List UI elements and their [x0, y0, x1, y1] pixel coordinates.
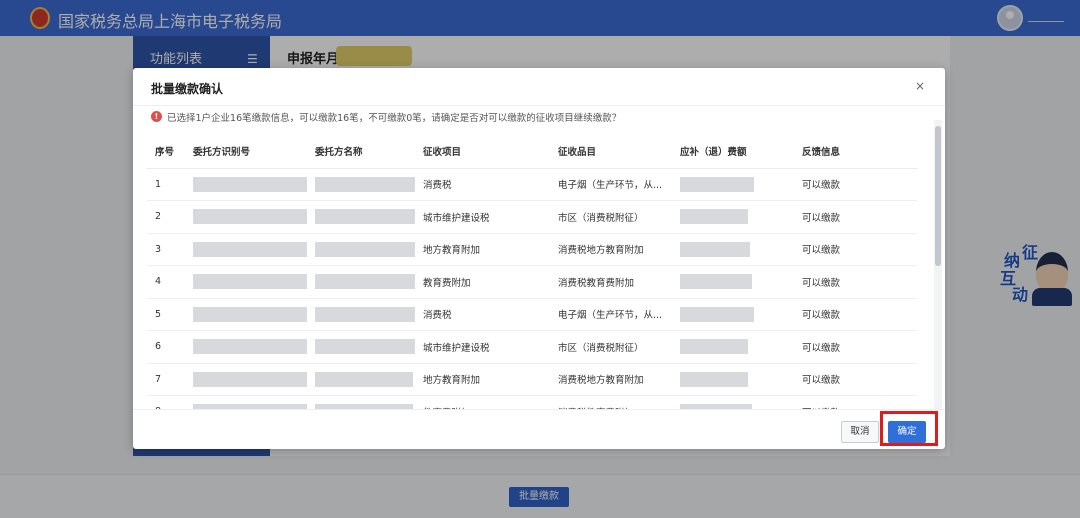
- tax-item: 市区（消费税附征）: [550, 330, 672, 364]
- client-id-redacted: [185, 168, 307, 201]
- tax-project: 教育费附加: [415, 265, 550, 299]
- dialog-header: 批量缴款确认 ×: [133, 68, 945, 106]
- close-icon[interactable]: ×: [915, 79, 925, 93]
- col-header-tax-project: 征收项目: [415, 134, 550, 169]
- tax-project: 城市维护建设税: [415, 200, 550, 234]
- client-id-redacted: [185, 298, 307, 331]
- feedback: 可以缴款: [794, 265, 917, 299]
- table-row[interactable]: 5 消费税 电子烟（生产环节，从... 可以缴款: [147, 298, 917, 331]
- row-no: 4: [147, 265, 185, 299]
- tax-item: 电子烟（生产环节，从...: [550, 168, 672, 201]
- client-id-redacted: [185, 363, 307, 396]
- tax-project: 地方教育附加: [415, 363, 550, 396]
- col-header-feedback: 反馈信息: [794, 134, 917, 169]
- feedback: 可以缴款: [794, 298, 917, 331]
- warning-icon: !: [151, 111, 162, 122]
- amount-redacted: [672, 395, 794, 409]
- amount-redacted: [672, 298, 794, 331]
- table-row[interactable]: 2 城市维护建设税 市区（消费税附征） 可以缴款: [147, 200, 917, 234]
- table-header-row: 序号 委托方识别号 委托方名称 征收项目 征收品目 应补（退）费额 反馈信息: [147, 134, 917, 169]
- row-no: 1: [147, 168, 185, 201]
- cancel-button[interactable]: 取消: [841, 421, 879, 443]
- feedback: 可以缴款: [794, 200, 917, 234]
- client-name-redacted: [307, 330, 415, 364]
- amount-redacted: [672, 233, 794, 266]
- amount-redacted: [672, 168, 794, 201]
- dialog-footer: 取消 确定: [133, 409, 945, 449]
- client-id-redacted: [185, 330, 307, 364]
- tax-project: 消费税: [415, 298, 550, 331]
- amount-redacted: [672, 200, 794, 234]
- client-id-redacted: [185, 200, 307, 234]
- payment-table: 序号 委托方识别号 委托方名称 征收项目 征收品目 应补（退）费额 反馈信息 1…: [147, 134, 927, 409]
- notice-text: 已选择1户企业16笔缴款信息，可以缴款16笔，不可缴款0笔，请确定是否对可以缴款…: [167, 113, 622, 124]
- amount-redacted: [672, 265, 794, 299]
- col-header-client-name: 委托方名称: [307, 134, 415, 169]
- col-header-tax-item: 征收品目: [550, 134, 672, 169]
- tax-project: 消费税: [415, 168, 550, 201]
- client-name-redacted: [307, 265, 415, 299]
- tax-item: 消费税教育费附加: [550, 395, 672, 409]
- feedback: 可以缴款: [794, 395, 917, 409]
- row-no: 2: [147, 200, 185, 234]
- table-row[interactable]: 6 城市维护建设税 市区（消费税附征） 可以缴款: [147, 330, 917, 364]
- col-header-client-id: 委托方识别号: [185, 134, 307, 169]
- feedback: 可以缴款: [794, 168, 917, 201]
- dialog-title: 批量缴款确认: [151, 82, 224, 96]
- table-scrollbar[interactable]: [934, 120, 942, 409]
- table-row[interactable]: 3 地方教育附加 消费税地方教育附加 可以缴款: [147, 233, 917, 266]
- tax-item: 消费税地方教育附加: [550, 233, 672, 266]
- table-row[interactable]: 1 消费税 电子烟（生产环节，从... 可以缴款: [147, 168, 917, 201]
- feedback: 可以缴款: [794, 330, 917, 364]
- amount-redacted: [672, 330, 794, 364]
- client-name-redacted: [307, 363, 415, 396]
- client-name-redacted: [307, 298, 415, 331]
- row-no: 8: [147, 395, 185, 409]
- tax-item: 市区（消费税附征）: [550, 200, 672, 234]
- tax-project: 城市维护建设税: [415, 330, 550, 364]
- tax-item: 消费税地方教育附加: [550, 363, 672, 396]
- confirm-highlight-box: [880, 411, 938, 446]
- tax-item: 消费税教育费附加: [550, 265, 672, 299]
- col-header-no: 序号: [147, 134, 185, 169]
- notice: ! 已选择1户企业16笔缴款信息，可以缴款16笔，不可缴款0笔，请确定是否对可以…: [151, 110, 911, 126]
- client-name-redacted: [307, 168, 415, 201]
- client-name-redacted: [307, 233, 415, 266]
- client-id-redacted: [185, 233, 307, 266]
- feedback: 可以缴款: [794, 363, 917, 396]
- client-id-redacted: [185, 265, 307, 299]
- row-no: 5: [147, 298, 185, 331]
- row-no: 7: [147, 363, 185, 396]
- table-row[interactable]: 4 教育费附加 消费税教育费附加 可以缴款: [147, 265, 917, 299]
- batch-pay-confirm-dialog: 批量缴款确认 × ! 已选择1户企业16笔缴款信息，可以缴款16笔，不可缴款0笔…: [133, 68, 945, 449]
- client-name-redacted: [307, 395, 415, 409]
- row-no: 3: [147, 233, 185, 266]
- client-name-redacted: [307, 200, 415, 234]
- client-id-redacted: [185, 395, 307, 409]
- feedback: 可以缴款: [794, 233, 917, 266]
- table-row[interactable]: 8 教育费附加 消费税教育费附加 可以缴款: [147, 395, 917, 409]
- tax-project: 教育费附加: [415, 395, 550, 409]
- scroll-thumb[interactable]: [935, 126, 941, 266]
- col-header-amount: 应补（退）费额: [672, 134, 794, 169]
- row-no: 6: [147, 330, 185, 364]
- tax-project: 地方教育附加: [415, 233, 550, 266]
- tax-item: 电子烟（生产环节，从...: [550, 298, 672, 331]
- amount-redacted: [672, 363, 794, 396]
- table-row[interactable]: 7 地方教育附加 消费税地方教育附加 可以缴款: [147, 363, 917, 396]
